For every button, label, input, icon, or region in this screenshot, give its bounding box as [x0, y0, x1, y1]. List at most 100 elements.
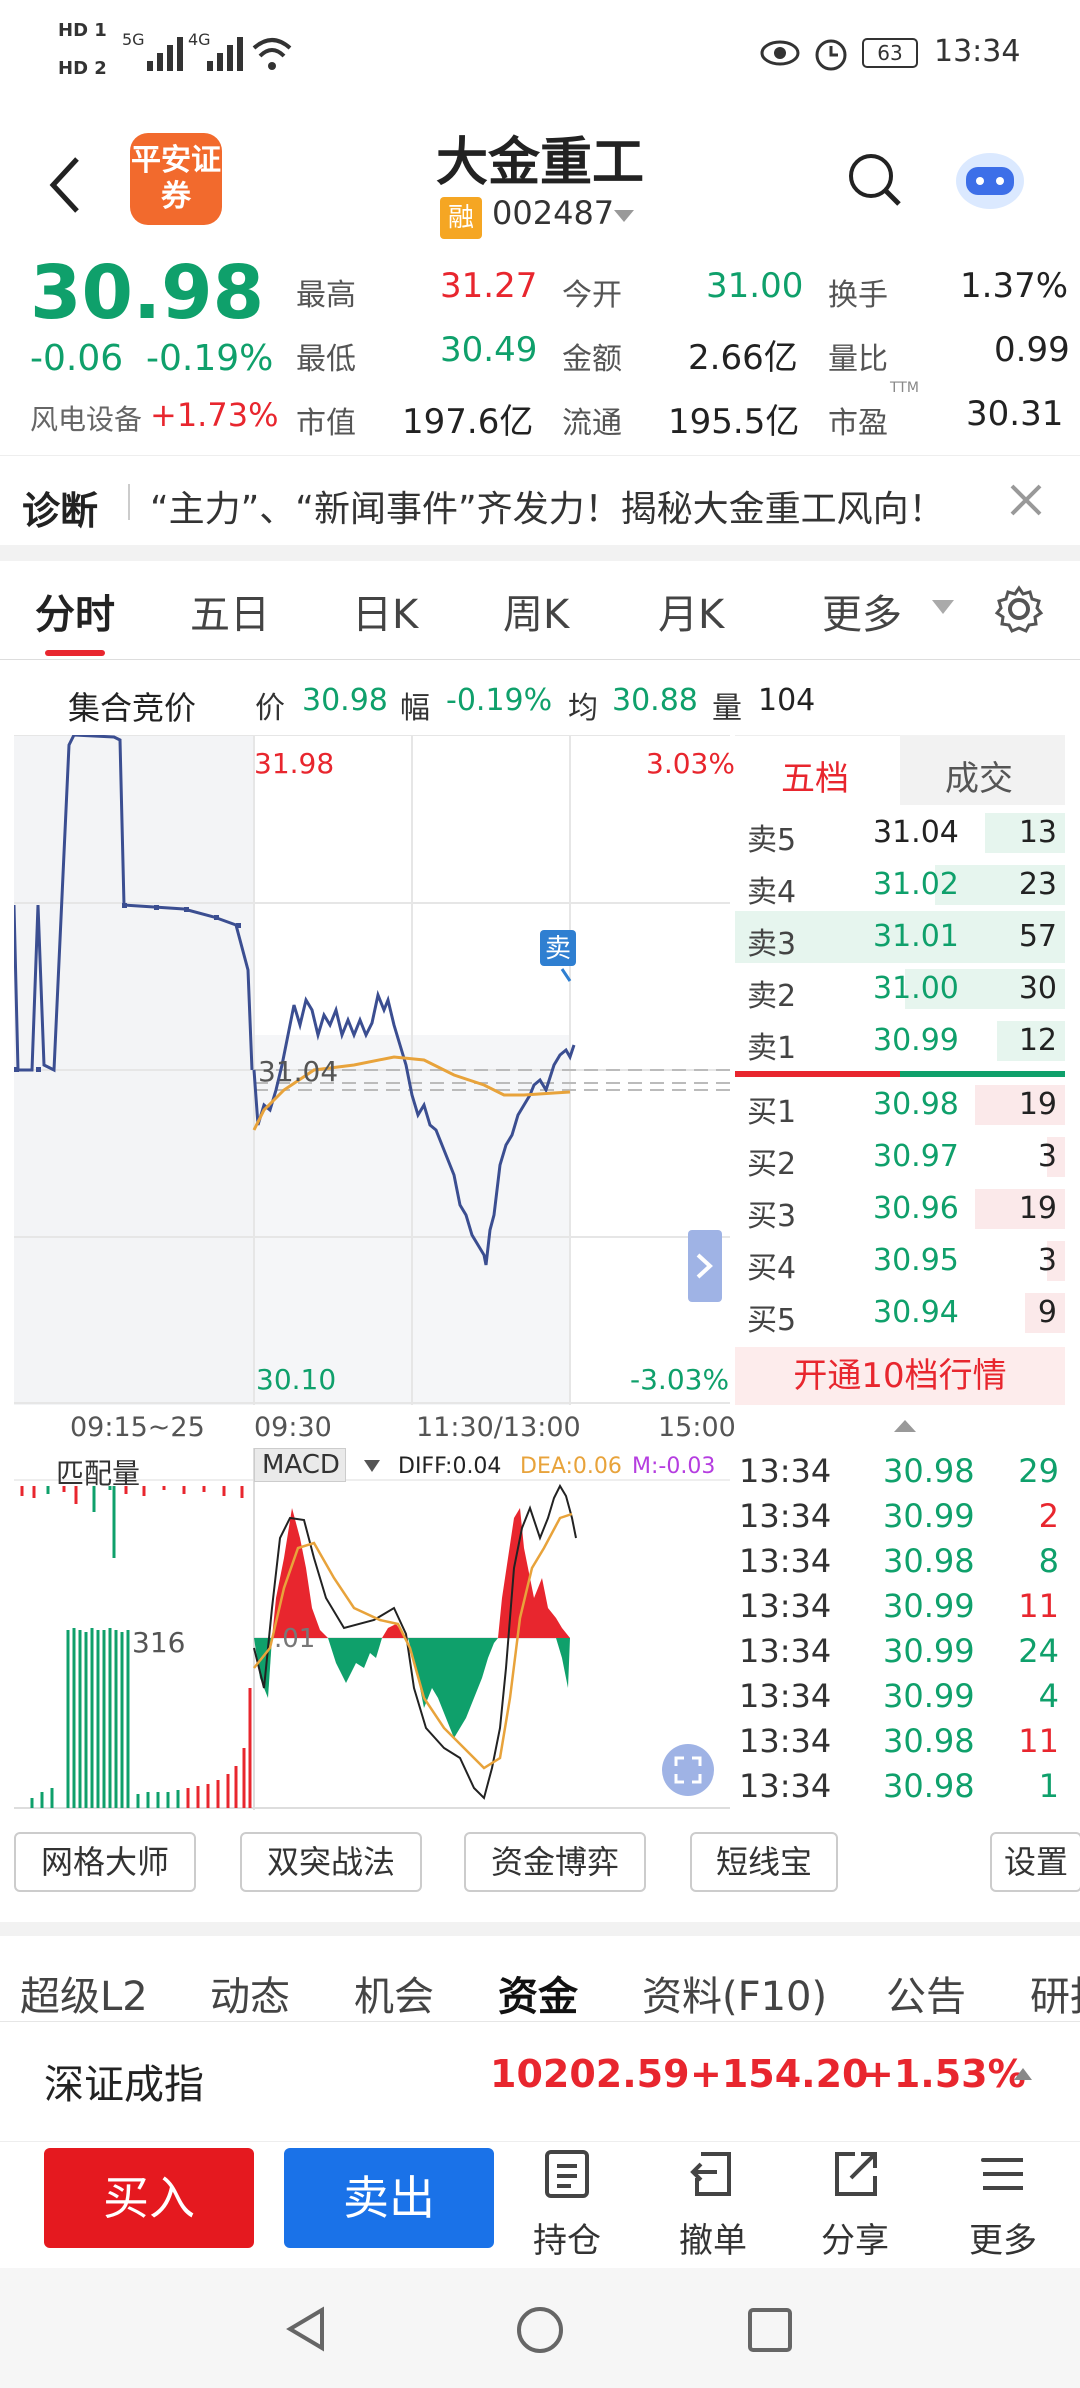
indicator-chart[interactable]: 匹配量 316 MACD DIFF:0.04 DEA:0.06 M:-0.03 … [14, 1448, 730, 1810]
ask-label: 卖5 [747, 823, 797, 858]
holdings-button[interactable]: 持仓 [512, 2144, 622, 2262]
volume-ref-label: 316 [132, 1626, 186, 1659]
section-gap [0, 545, 1080, 561]
stock-code[interactable]: 002487 [492, 194, 614, 232]
share-button[interactable]: 分享 [800, 2144, 910, 2262]
ask-row[interactable]: 卖4 31.02 23 [735, 859, 1065, 911]
tick-price: 30.98 [883, 1452, 975, 1490]
settings-gear-icon[interactable] [994, 584, 1044, 634]
fund-game-button[interactable]: 资金博弈 [464, 1832, 646, 1892]
cancel-order-button[interactable]: 撤单 [658, 2144, 768, 2262]
tick-row: 13:34 30.99 2 [735, 1495, 1065, 1540]
last-price: 30.98 [30, 250, 265, 336]
tab-weekly[interactable]: 周K [503, 582, 569, 640]
bid-vol: 19 [1018, 1191, 1057, 1226]
field-value: 1.37% [960, 266, 1069, 306]
tab-monthly[interactable]: 月K [658, 582, 724, 640]
bid-row[interactable]: 买5 30.94 9 [735, 1287, 1065, 1339]
tab-intraday[interactable]: 分时 [35, 582, 115, 640]
upgrade-level10-button[interactable]: 开通10档行情 [735, 1347, 1065, 1405]
tick-time: 13:34 [739, 1722, 832, 1760]
robot-assistant-icon[interactable] [950, 145, 1030, 215]
settings-button[interactable]: 设置 [990, 1832, 1080, 1892]
index-ticker[interactable]: 深证成指 10202.59 +154.20 +1.53% [0, 2022, 1080, 2142]
field-label: 最高 [296, 278, 356, 313]
nav-recents-icon[interactable] [746, 2306, 794, 2354]
auction-label: 集合竞价 [68, 689, 197, 727]
bid-row[interactable]: 买1 30.98 19 [735, 1079, 1065, 1131]
index-pct: +1.53% [862, 2052, 1026, 2096]
price-value: 30.98 [302, 683, 388, 718]
bid-row[interactable]: 买2 30.97 3 [735, 1131, 1065, 1183]
dropdown-icon[interactable] [930, 598, 956, 616]
tab-research[interactable]: 研报 [1030, 1964, 1080, 2022]
intraday-chart[interactable]: 卖 31.98 3.03% 31.04 30.10 -3.03% [12, 733, 735, 1405]
holdings-icon [545, 2150, 589, 2198]
search-icon[interactable] [845, 150, 905, 210]
bid-row[interactable]: 买4 30.95 3 [735, 1235, 1065, 1287]
tab-5day[interactable]: 五日 [190, 582, 270, 640]
ask-row[interactable]: 卖5 31.04 13 [735, 807, 1065, 859]
time-axis: 09:15~25 09:30 11:30/13:00 15:00 [0, 1408, 736, 1448]
tick-row: 13:34 30.98 8 [735, 1540, 1065, 1585]
bid-label: 买4 [747, 1251, 797, 1286]
dropdown-icon[interactable] [612, 208, 636, 224]
tick-vol: 2 [1038, 1497, 1059, 1535]
signal-icon [207, 37, 243, 71]
tab-announcements[interactable]: 公告 [886, 1964, 966, 2022]
field-label: 金额 [562, 342, 622, 377]
expand-up-icon[interactable] [1012, 2066, 1034, 2082]
tab-funds[interactable]: 资金 [498, 1964, 578, 2022]
tick-vol: 24 [1018, 1632, 1059, 1670]
tab-f10[interactable]: 资料(F10) [642, 1964, 827, 2022]
ask-price: 30.99 [873, 1023, 959, 1058]
macd-diff: DIFF:0.04 [398, 1454, 502, 1479]
chart-tabs: 分时 五日 日K 周K 月K 更多 [0, 560, 1080, 660]
ask-label: 卖1 [747, 1031, 797, 1066]
dropdown-icon[interactable] [362, 1458, 382, 1474]
nav-back-icon[interactable] [282, 2304, 332, 2354]
ask-row[interactable]: 卖3 31.01 57 [735, 911, 1065, 963]
close-icon[interactable] [1008, 482, 1044, 518]
ask-row[interactable]: 卖2 31.00 30 [735, 963, 1065, 1015]
diagnosis-text[interactable]: “主力”、“新闻事件”齐发力！揭秘大金重工风向！ [150, 480, 945, 532]
ask-row[interactable]: 卖1 30.99 12 [735, 1015, 1065, 1067]
sector-name[interactable]: 风电设备 [30, 398, 142, 438]
field-value: 31.00 [706, 266, 804, 306]
bid-row[interactable]: 买3 30.96 19 [735, 1183, 1065, 1235]
stock-header: 平安证券 大金重工 融 002487 [0, 110, 1080, 250]
tick-price: 30.99 [883, 1497, 975, 1535]
field-label: 量比 [828, 342, 888, 377]
buy-button[interactable]: 买入 [44, 2148, 254, 2248]
sell-button[interactable]: 卖出 [284, 2148, 494, 2248]
share-icon [835, 2152, 877, 2196]
margin-badge: 融 [440, 197, 482, 239]
fullscreen-icon[interactable] [660, 1742, 716, 1798]
more-button[interactable]: 更多 [948, 2144, 1058, 2262]
tick-row: 13:34 30.99 24 [735, 1630, 1065, 1675]
ref-price-label: 31.04 [258, 1055, 339, 1088]
tab-news[interactable]: 动态 [210, 1964, 290, 2022]
nav-home-icon[interactable] [514, 2304, 566, 2356]
diagnosis-banner[interactable]: 诊断 “主力”、“新闻事件”齐发力！揭秘大金重工风向！ [0, 455, 1080, 550]
double-breakout-button[interactable]: 双突战法 [240, 1832, 422, 1892]
short-term-button[interactable]: 短线宝 [690, 1832, 838, 1892]
tab-super-l2[interactable]: 超级L2 [20, 1964, 148, 2022]
chart-info-bar: 集合竞价 价 30.98 幅 -0.19% 均 30.88 量 [0, 665, 742, 735]
tab-opportunity[interactable]: 机会 [354, 1964, 434, 2022]
field-value: 0.99 [994, 330, 1070, 370]
field-value: 197.6亿 [402, 402, 534, 442]
tick-time: 13:34 [739, 1587, 832, 1625]
ask-vol: 12 [1018, 1023, 1057, 1058]
time-label: 09:15~25 [70, 1412, 205, 1443]
share-label: 分享 [821, 2221, 889, 2261]
info-tabs: 超级L2 动态 机会 资金 资料(F10) 公告 研报 [0, 1922, 1080, 2022]
tab-daily[interactable]: 日K [352, 582, 418, 640]
intraday-chart-canvas: 卖 [12, 733, 730, 1405]
collapse-up-icon[interactable] [892, 1418, 918, 1434]
eye-icon [760, 40, 800, 66]
bid-strength-bar [735, 1071, 900, 1077]
tab-more[interactable]: 更多 [822, 582, 902, 640]
tick-list: 13:34 30.98 29 13:34 30.99 2 13:34 30.98… [735, 1438, 1065, 1808]
grid-master-button[interactable]: 网格大师 [14, 1832, 196, 1892]
